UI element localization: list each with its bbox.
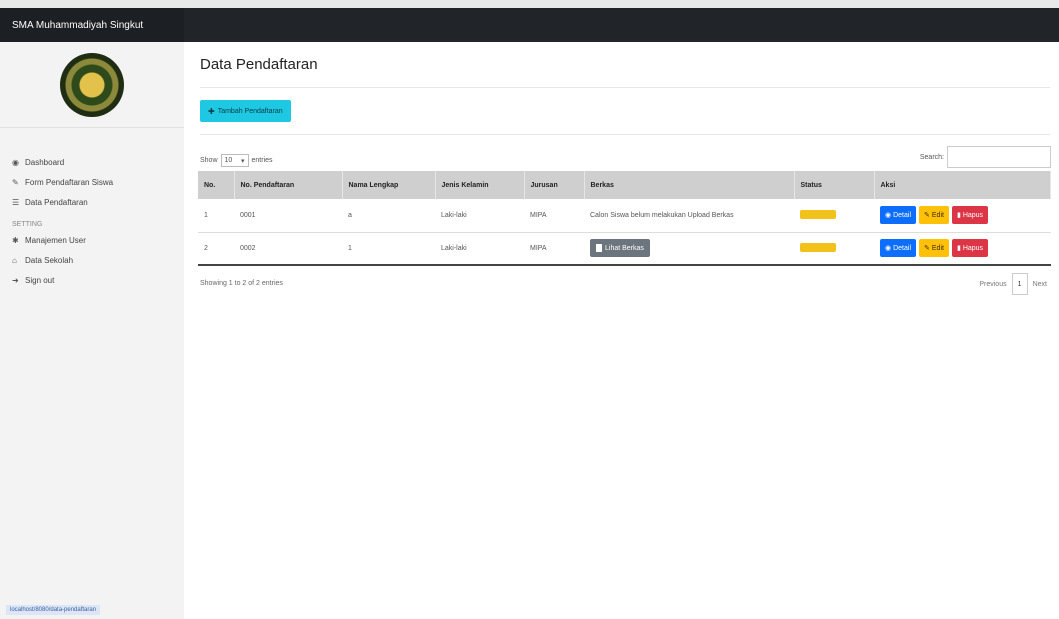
edit-icon: ✎ <box>924 245 930 253</box>
sidebar: ◉ Dashboard ✎ Form Pendaftaran Siswa ☰ D… <box>0 42 184 619</box>
search-input[interactable] <box>947 146 1051 168</box>
cell-nama: a <box>342 199 435 233</box>
pagination: Previous 1 Next <box>979 273 1047 295</box>
cell-status <box>794 199 874 233</box>
page-number-button[interactable]: 1 <box>1011 273 1028 295</box>
chevron-down-icon: ▾ <box>241 157 245 165</box>
cell-jenis-kelamin: Laki-laki <box>435 199 524 233</box>
sidebar-item-form-pendaftaran[interactable]: ✎ Form Pendaftaran Siswa <box>0 172 184 192</box>
app-window: SMA Muhammadiyah Singkut ◉ Dashboard ✎ F… <box>0 0 1059 619</box>
hapus-button[interactable]: ▮ Hapus <box>951 239 989 258</box>
detail-label: Detail <box>893 211 912 219</box>
sidebar-item-label: Data Sekolah <box>25 255 74 265</box>
logo-container <box>0 42 184 128</box>
users-icon: ✱ <box>12 235 19 245</box>
sidebar-item-dashboard[interactable]: ◉ Dashboard <box>0 152 184 172</box>
cell-status <box>794 232 874 266</box>
column-header-status[interactable]: Status <box>794 171 875 199</box>
sidebar-item-data-pendaftaran[interactable]: ☰ Data Pendaftaran <box>0 192 184 212</box>
divider <box>200 87 1050 88</box>
cell-aksi: ◉ Detail ✎ Edit ▮ Hapus <box>874 232 1051 266</box>
cell-no-pendaftaran: 0001 <box>234 199 342 233</box>
edit-button[interactable]: ✎ Edit <box>919 239 949 258</box>
column-header-jurusan[interactable]: Jurusan <box>524 171 585 199</box>
status-badge <box>800 209 836 219</box>
column-header-jenis-kelamin[interactable]: Jenis Kelamin <box>435 171 525 199</box>
list-icon: ☰ <box>12 197 20 207</box>
page-title: Data Pendaftaran <box>200 56 318 73</box>
sidebar-nav: ◉ Dashboard ✎ Form Pendaftaran Siswa ☰ D… <box>0 128 184 290</box>
cell-no-pendaftaran: 0002 <box>234 232 342 266</box>
sidebar-item-label: Sign out <box>25 275 55 285</box>
cell-no: 1 <box>198 199 234 233</box>
table-header-row: No. No. Pendaftaran Nama Lengkap Jenis K… <box>198 171 1051 199</box>
sidebar-item-manajemen-user[interactable]: ✱ Manajemen User <box>0 230 184 250</box>
entries-label: entries <box>251 157 273 164</box>
detail-button[interactable]: ◉ Detail <box>880 206 917 225</box>
plus-icon: ✚ <box>208 106 215 116</box>
main-content: Data Pendaftaran ✚ Tambah Pendaftaran Sh… <box>184 42 1059 619</box>
cell-aksi: ◉ Detail ✎ Edit ▮ Hapus <box>874 199 1051 233</box>
hapus-label: Hapus <box>962 244 984 252</box>
browser-status-url: localhost/8080/data-pendaftaran <box>6 605 101 615</box>
column-header-berkas[interactable]: Berkas <box>584 171 795 199</box>
cell-berkas: Calon Siswa belum melakukan Upload Berka… <box>584 199 794 233</box>
entries-select[interactable]: 10 ▾ <box>220 154 249 167</box>
detail-label: Detail <box>893 244 912 252</box>
divider <box>200 134 1050 135</box>
sidebar-item-label: Form Pendaftaran Siswa <box>25 177 114 187</box>
home-icon: ⌂ <box>12 255 17 265</box>
sidebar-item-sign-out[interactable]: ➜ Sign out <box>0 270 184 290</box>
eye-icon: ◉ <box>885 245 892 253</box>
edit-button[interactable]: ✎ Edit <box>919 206 949 225</box>
entries-select-value: 10 <box>224 157 233 164</box>
cell-jenis-kelamin: Laki-laki <box>435 232 524 266</box>
sidebar-item-label: Data Pendaftaran <box>25 197 88 207</box>
hapus-button[interactable]: ▮ Hapus <box>951 206 989 225</box>
add-pendaftaran-button[interactable]: ✚ Tambah Pendaftaran <box>200 100 291 122</box>
pendaftaran-table: No. No. Pendaftaran Nama Lengkap Jenis K… <box>198 171 1051 266</box>
show-label: Show <box>200 157 218 164</box>
cell-berkas: Lihat Berkas <box>584 232 794 266</box>
detail-button[interactable]: ◉ Detail <box>880 239 917 258</box>
school-logo <box>60 52 124 117</box>
add-pendaftaran-label: Tambah Pendaftaran <box>217 107 283 115</box>
previous-page-button[interactable]: Previous <box>979 281 1006 288</box>
table-search: Search: <box>920 146 1051 168</box>
trash-icon: ▮ <box>956 212 961 220</box>
brand-title[interactable]: SMA Muhammadiyah Singkut <box>0 8 184 42</box>
cell-jurusan: MIPA <box>524 199 584 233</box>
lihat-berkas-label: Lihat Berkas <box>605 244 644 252</box>
edit-label: Edit <box>931 211 944 219</box>
cell-no: 2 <box>198 232 234 266</box>
search-label: Search: <box>919 153 944 161</box>
file-icon <box>596 244 602 253</box>
column-header-no-pendaftaran[interactable]: No. Pendaftaran <box>234 171 343 199</box>
sidebar-item-label: Manajemen User <box>25 235 86 245</box>
column-header-nama-lengkap[interactable]: Nama Lengkap <box>342 171 436 199</box>
lihat-berkas-button[interactable]: Lihat Berkas <box>590 239 650 258</box>
column-header-aksi[interactable]: Aksi <box>874 171 1051 199</box>
dashboard-icon: ◉ <box>12 157 19 167</box>
hapus-label: Hapus <box>962 211 984 219</box>
edit-label: Edit <box>931 244 944 252</box>
cell-jurusan: MIPA <box>524 232 584 266</box>
edit-form-icon: ✎ <box>12 177 19 187</box>
next-page-button[interactable]: Next <box>1033 281 1047 288</box>
status-badge <box>800 242 836 252</box>
sidebar-heading-setting: SETTING <box>12 221 43 228</box>
entries-length-control: Show 10 ▾ entries <box>200 154 273 167</box>
table-info: Showing 1 to 2 of 2 entries <box>200 280 283 287</box>
trash-icon: ▮ <box>956 245 961 253</box>
cell-nama: 1 <box>342 232 435 266</box>
sidebar-item-label: Dashboard <box>25 157 65 167</box>
column-header-no[interactable]: No. <box>198 171 235 199</box>
sidebar-item-data-sekolah[interactable]: ⌂ Data Sekolah <box>0 250 184 270</box>
table-row: 2 0002 1 Laki-laki MIPA Lihat Berkas ◉ De… <box>198 232 1051 266</box>
eye-icon: ◉ <box>885 212 892 220</box>
sign-out-icon: ➜ <box>12 275 19 285</box>
table-row: 1 0001 a Laki-laki MIPA Calon Siswa belu… <box>198 199 1051 233</box>
edit-icon: ✎ <box>924 212 930 220</box>
top-navbar: SMA Muhammadiyah Singkut <box>0 8 1059 42</box>
